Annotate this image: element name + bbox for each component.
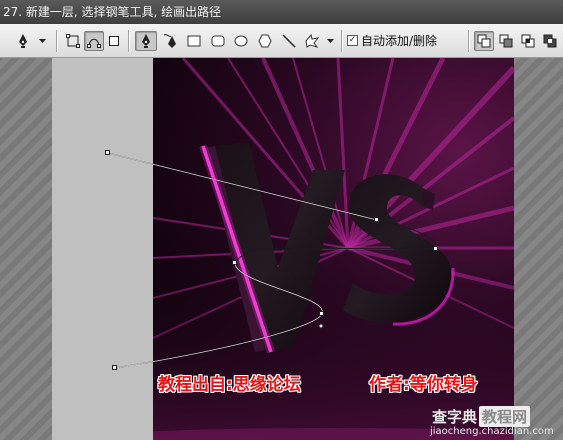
rectangle-icon[interactable] [184,31,204,51]
pen-tool-preset-icon[interactable] [12,31,34,51]
polygon-icon[interactable] [255,31,275,51]
tool-preset-dropdown-icon[interactable] [36,31,48,51]
subtract-path-icon[interactable] [496,31,516,51]
caption-author: 作者:等你转身 [369,375,478,395]
paths-mode-icon[interactable] [84,31,104,51]
toolbar-divider [128,30,130,52]
add-to-path-icon[interactable] [474,31,494,51]
custom-shape-icon[interactable] [302,31,322,51]
caption-source: 教程出自:思缘论坛 [158,375,301,395]
window-title-bar: 27. 新建一层, 选择钢笔工具, 绘画出路径 [0,0,563,24]
toolbar-divider [56,30,58,52]
document-workspace[interactable]: 教程出自:思缘论坛 作者:等你转身 [0,58,563,440]
path-anchors [105,150,438,370]
watermark-brand: 查字典 [432,408,478,426]
pen-icon[interactable] [135,31,157,51]
shape-layers-icon[interactable] [63,31,83,51]
exclude-path-icon[interactable] [540,31,560,51]
options-toolbar [0,24,563,58]
custom-shape-dropdown-icon[interactable] [324,31,336,51]
site-watermark: 查字典 教程网 jiaocheng.chazidian.com [430,406,562,440]
rounded-rectangle-icon[interactable] [208,31,228,51]
watermark-url: jiaocheng.chazidian.com [430,426,554,437]
toolbar-divider [341,30,343,52]
freeform-pen-icon[interactable] [160,31,182,51]
line-icon[interactable] [279,31,299,51]
window-title: 27. 新建一层, 选择钢笔工具, 绘画出路径 [3,5,222,19]
intersect-path-icon[interactable] [518,31,538,51]
watermark-sub: 教程网 [479,406,531,427]
auto-add-delete-label: 自动添加/删除 [361,34,438,48]
toolbar-divider [468,30,470,52]
auto-add-delete-checkbox[interactable]: ✓ [347,35,358,46]
fill-pixels-icon[interactable] [105,31,123,51]
ellipse-icon[interactable] [231,31,251,51]
